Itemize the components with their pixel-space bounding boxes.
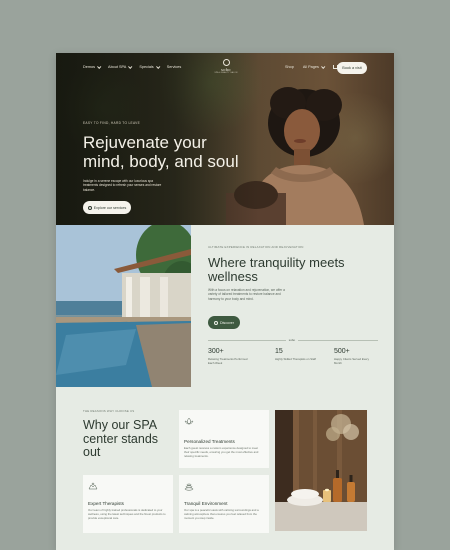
feature-card: Tranquil Environment Our spa is a peacef…: [179, 475, 269, 533]
stat-label: Relaxing Treatments Performed Each Week: [208, 357, 248, 365]
logo-mark-icon: [222, 59, 230, 66]
stat-label: Happy Clients Served Every Month: [334, 357, 369, 365]
explore-services-button[interactable]: Explore our services: [83, 201, 131, 214]
hero-eyebrow: EASY TO FIND, HARD TO LEAVE: [83, 121, 140, 125]
stones-icon: [184, 483, 194, 491]
menu-label: Specials: [139, 65, 154, 69]
main-menu: Demos About SPA Specials Services: [83, 64, 182, 69]
hero-subtitle: Indulge in a serene escape with our luxu…: [83, 179, 162, 192]
stat-number: 15: [275, 348, 283, 355]
card-desc: Our team of highly trained professionals…: [88, 508, 166, 520]
why-title: Why our SPA center stands out: [83, 418, 159, 459]
chevron-down-icon: [128, 64, 133, 69]
menu-label: All Pages: [302, 65, 319, 69]
stat-item: 300+ Relaxing Treatments Performed Each …: [208, 348, 250, 366]
feature-card: Personalized Treatments Each guest recei…: [179, 410, 269, 468]
button-label: Explore our services: [93, 205, 127, 210]
menu-label: Demos: [83, 65, 96, 69]
wellness-eyebrow: ULTIMATE EXPERIENCE IN RELAXATION AND RE…: [208, 245, 304, 249]
logo-tagline: SPA & BEAUTY SALON: [214, 72, 238, 74]
card-desc: Our spa is a peaceful oasis with calming…: [184, 508, 259, 520]
menu-label: Services: [166, 65, 182, 69]
card-title: Personalized Treatments: [184, 439, 235, 444]
menu-label: About SPA: [108, 65, 127, 69]
hero-title: Rejuvenate your mind, body, and soul: [83, 133, 239, 171]
chevron-down-icon: [320, 64, 326, 69]
why-eyebrow: THE REASONS WHY CHOOSE US: [83, 409, 135, 413]
chevron-down-icon: [97, 64, 102, 69]
wellness-section: ULTIMATE EXPERIENCE IN RELAXATION AND RE…: [56, 225, 394, 387]
chevron-down-icon: [155, 64, 161, 69]
book-visit-button[interactable]: Book a visit: [337, 62, 367, 74]
hero-section: Demos About SPA Specials Services sobo S…: [56, 53, 394, 225]
stat-label: Highly Skilled Therapists on Staff: [275, 357, 316, 361]
why-section: THE REASONS WHY CHOOSE US Why our SPA ce…: [56, 387, 394, 550]
card-title: Tranquil Environment: [184, 501, 228, 506]
wellness-title: Where tranquility meets wellness: [208, 255, 345, 284]
menu-item-demos[interactable]: Demos: [83, 64, 102, 69]
nav-right: Shop All Pages 0: [285, 64, 342, 69]
feature-card: Expert Therapists Our team of highly tra…: [83, 475, 173, 533]
spa-products-image: [275, 410, 367, 531]
stat-number: 300+: [208, 348, 224, 355]
card-desc: Each guest receives a custom experience …: [184, 446, 259, 458]
villa-pool-image: [56, 225, 191, 387]
menu-item-services[interactable]: Services: [167, 65, 182, 69]
circle-icon: [214, 320, 218, 325]
nav-item-shop[interactable]: Shop: [285, 65, 294, 69]
stat-item: 15 Highly Skilled Therapists on Staff: [275, 348, 317, 362]
circle-icon: [87, 205, 92, 210]
brand-logo[interactable]: sobo SPA & BEAUTY SALON: [214, 59, 238, 74]
nav-item-all-pages[interactable]: All Pages: [302, 64, 326, 69]
top-navigation: Demos About SPA Specials Services sobo S…: [56, 53, 394, 85]
mini-logo: sobo: [286, 336, 298, 344]
discover-button[interactable]: Discover: [208, 316, 240, 329]
hands-icon: [88, 482, 98, 490]
button-label: Discover: [220, 320, 234, 325]
page-frame: Demos About SPA Specials Services sobo S…: [56, 53, 394, 550]
stat-number: 500+: [334, 348, 350, 355]
wellness-subtitle: With a focus on relaxation and rejuvenat…: [208, 288, 285, 301]
lotus-icon: [184, 417, 194, 425]
card-title: Expert Therapists: [88, 501, 124, 506]
stat-item: 500+ Happy Clients Served Every Month: [334, 348, 376, 366]
menu-item-about[interactable]: About SPA: [108, 64, 133, 69]
menu-item-specials[interactable]: Specials: [139, 64, 161, 69]
